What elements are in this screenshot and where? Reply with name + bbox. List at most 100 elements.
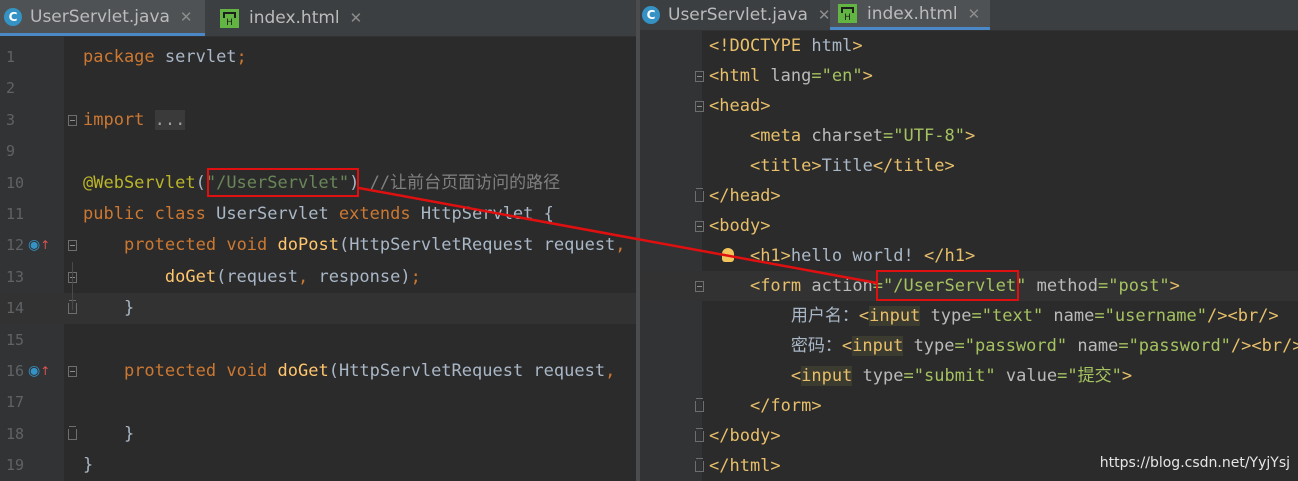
code-line[interactable]: 3 import ... xyxy=(0,105,636,136)
close-icon[interactable]: ✕ xyxy=(818,6,831,24)
tab-label: index.html xyxy=(867,3,958,24)
fold-guide xyxy=(72,262,73,310)
html-file-icon: H xyxy=(220,8,239,28)
html-editor-pane[interactable]: C UserServlet.java ✕ H index.html ✕ <!DO… xyxy=(640,0,1298,481)
callout-box-html xyxy=(876,270,1019,301)
code-line[interactable]: </form> xyxy=(640,391,1298,421)
line-number: 13 xyxy=(6,267,25,286)
tab-label: UserServlet.java xyxy=(668,5,808,25)
code-line[interactable]: <h1>hello world! </h1> xyxy=(640,241,1298,271)
fold-toggle-icon[interactable] xyxy=(695,431,704,442)
code-text: <html lang="en"> xyxy=(709,66,873,86)
code-text: </form> xyxy=(749,396,822,416)
code-line[interactable]: <input type="submit" value="提交"> xyxy=(640,361,1298,391)
code-text: protected void doPost(HttpServletRequest… xyxy=(123,235,626,256)
java-editor-pane[interactable]: C UserServlet.java ✕ H index.html ✕ 1 pac… xyxy=(0,0,636,481)
html-file-icon: H xyxy=(838,4,857,23)
code-line[interactable]: <head> xyxy=(640,91,1298,121)
code-text: </head> xyxy=(709,186,781,206)
fold-toggle-icon[interactable] xyxy=(695,461,704,472)
tab-index-html[interactable]: H index.html ✕ xyxy=(212,0,362,36)
code-line[interactable]: </body> xyxy=(640,421,1298,451)
line-number: 14 xyxy=(6,299,25,318)
code-text: <meta charset="UTF-8"> xyxy=(749,126,976,146)
code-text: </html> xyxy=(709,456,781,476)
code-line[interactable]: 用户名：<input type="text" name="username"/>… xyxy=(640,301,1298,331)
code-line[interactable]: <meta charset="UTF-8"> xyxy=(640,121,1298,151)
line-number: 11 xyxy=(6,205,25,223)
code-text: <body> xyxy=(709,216,771,236)
code-text: <h1>hello world! </h1> xyxy=(749,246,976,266)
fold-toggle-icon[interactable] xyxy=(68,428,77,440)
code-text: package servlet; xyxy=(83,47,247,67)
code-line[interactable]: <title>Title</title> xyxy=(640,151,1298,181)
close-icon[interactable]: ✕ xyxy=(350,9,363,27)
left-tab-bar: C UserServlet.java ✕ H index.html ✕ xyxy=(0,0,636,37)
fold-toggle-icon[interactable] xyxy=(695,101,704,112)
code-text: } xyxy=(83,423,135,444)
fold-toggle-icon[interactable] xyxy=(695,191,704,202)
code-line[interactable]: 12 protected void doPost(HttpServletRequ… xyxy=(0,230,636,261)
code-line[interactable]: 15 xyxy=(0,325,636,356)
tab-label: index.html xyxy=(249,8,340,28)
code-text: </body> xyxy=(709,426,781,446)
code-line[interactable]: <!DOCTYPE html> xyxy=(640,31,1298,61)
line-number: 18 xyxy=(6,424,25,443)
line-number: 9 xyxy=(6,142,16,161)
java-class-icon: C xyxy=(642,6,660,24)
code-text: } xyxy=(83,455,94,476)
close-icon[interactable]: ✕ xyxy=(968,5,981,23)
code-line[interactable]: 2 xyxy=(0,73,636,104)
code-line[interactable]: <html lang="en"> xyxy=(640,61,1298,91)
fold-toggle-icon[interactable] xyxy=(695,71,704,82)
fold-toggle-icon[interactable] xyxy=(68,240,77,252)
tab-userservlet-java[interactable]: C UserServlet.java ✕ xyxy=(640,0,831,30)
code-text: <title>Title</title> xyxy=(749,156,955,176)
fold-toggle-icon[interactable] xyxy=(68,366,77,377)
fold-toggle-icon[interactable] xyxy=(695,221,704,232)
code-text: doGet(request, response); xyxy=(164,266,421,287)
code-line[interactable]: <body> xyxy=(640,211,1298,241)
tab-index-html[interactable]: H index.html ✕ xyxy=(830,0,991,30)
fold-toggle-icon[interactable] xyxy=(68,114,77,126)
code-line[interactable]: 19} xyxy=(0,450,636,481)
line-number: 15 xyxy=(6,330,25,349)
fold-toggle-icon[interactable] xyxy=(695,281,704,292)
java-class-icon: C xyxy=(4,7,22,26)
line-number: 19 xyxy=(6,456,25,475)
line-number: 2 xyxy=(6,79,16,98)
code-text: <head> xyxy=(709,96,771,116)
code-text: 密码：<input type="password" name="password… xyxy=(709,336,1298,356)
code-line[interactable]: 18 } xyxy=(0,419,636,450)
code-line[interactable]: 17 xyxy=(0,387,636,418)
code-line[interactable]: 11 public class UserServlet extends HttpS… xyxy=(0,199,636,230)
code-line[interactable]: 14 } xyxy=(0,293,636,325)
tab-label: UserServlet.java xyxy=(30,6,170,27)
code-text: } xyxy=(83,298,135,319)
code-text: <input type="submit" value="提交"> xyxy=(790,366,1133,386)
callout-box-java xyxy=(207,168,359,197)
code-line[interactable]: 9 xyxy=(0,136,636,167)
line-number: 10 xyxy=(6,173,25,192)
lightbulb-icon[interactable] xyxy=(722,248,734,262)
fold-toggle-icon[interactable] xyxy=(695,401,704,412)
code-line[interactable]: 1 package servlet; xyxy=(0,42,636,73)
code-line[interactable]: 13 doGet(request, response); xyxy=(0,262,636,293)
line-number: 17 xyxy=(6,393,25,412)
code-line[interactable]: 16 protected void doGet(HttpServletReque… xyxy=(0,356,636,387)
code-line[interactable]: 密码：<input type="password" name="password… xyxy=(640,331,1298,361)
code-text: protected void doGet(HttpServletRequest … xyxy=(123,361,616,381)
close-icon[interactable]: ✕ xyxy=(180,8,193,26)
code-text: <!DOCTYPE html> xyxy=(709,36,863,56)
code-text: import ... xyxy=(83,109,186,130)
code-line[interactable]: </head> xyxy=(640,181,1298,211)
line-number: 3 xyxy=(6,110,16,129)
override-marker-icon[interactable]: ◉↑ xyxy=(28,230,50,261)
line-number: 1 xyxy=(6,48,16,66)
watermark: https://blog.csdn.net/YyjYsj xyxy=(1099,455,1290,471)
code-text: 用户名：<input type="text" name="username"/>… xyxy=(709,306,1279,326)
right-tab-bar: C UserServlet.java ✕ H index.html ✕ xyxy=(640,0,1298,31)
override-marker-icon[interactable]: ◉↑ xyxy=(28,356,50,387)
code-text: public class UserServlet extends HttpSer… xyxy=(83,204,554,224)
tab-userservlet-java[interactable]: C UserServlet.java ✕ xyxy=(0,0,205,36)
